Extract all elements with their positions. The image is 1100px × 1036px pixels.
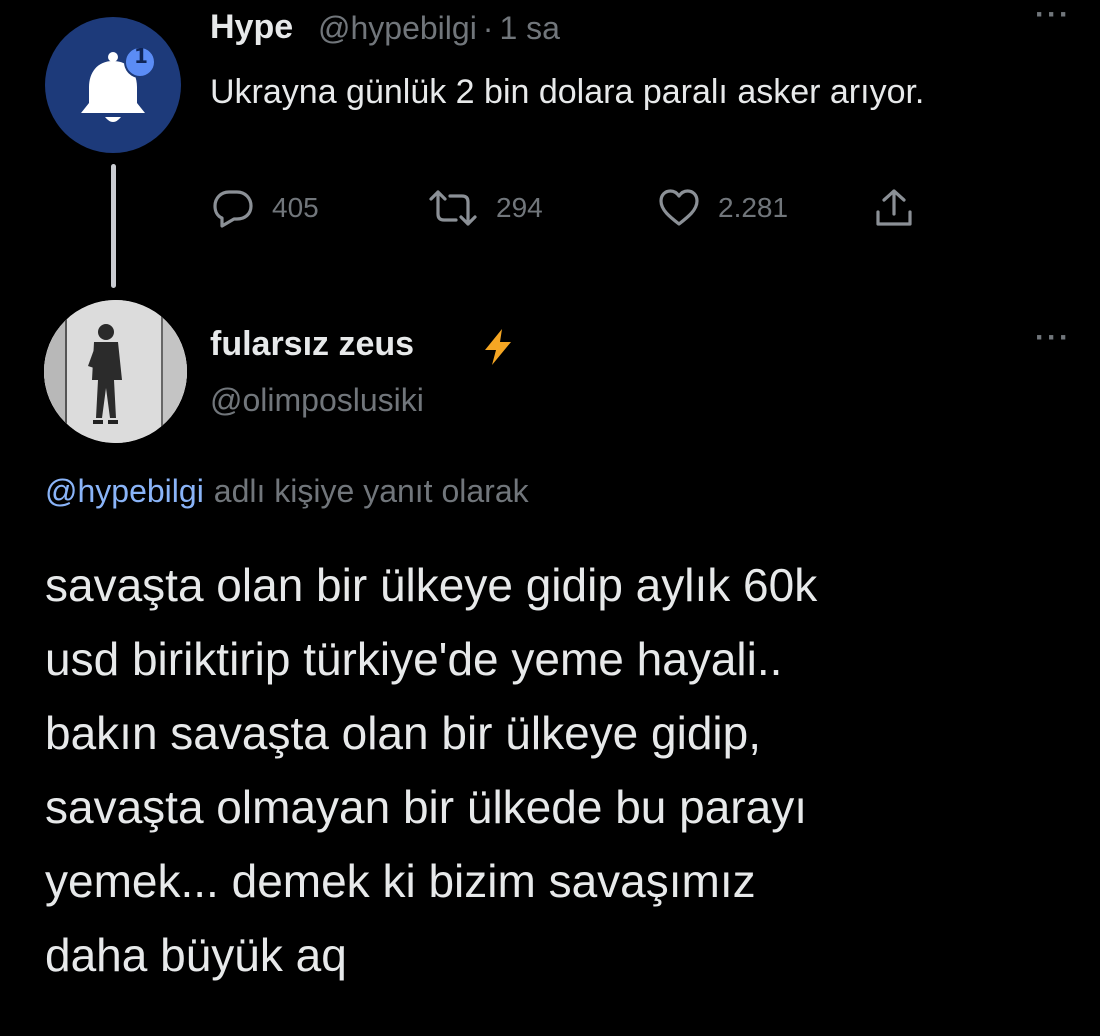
reply-text: savaşta olan bir ülkeye gidip aylık 60k … [45, 548, 1075, 992]
reply-author-name[interactable]: fularsız zeus [210, 325, 414, 364]
tweet-text: Ukrayna günlük 2 bin dolara paralı asker… [210, 73, 925, 111]
notification-badge: 1 [134, 44, 148, 68]
reply-context-text: adlı kişiye yanıt olarak [213, 473, 529, 509]
like-count: 2.281 [718, 192, 789, 223]
reply-text-line: savaşta olan bir ülkeye gidip aylık 60k [45, 559, 818, 611]
reply-more-options-button[interactable]: ··· [1035, 323, 1071, 353]
thread-connector [111, 164, 116, 288]
hype-avatar[interactable] [45, 17, 181, 153]
reply-count: 405 [272, 192, 319, 223]
bell-icon [81, 46, 156, 122]
tweet-time[interactable]: 1 sa [499, 10, 559, 46]
heart-icon [659, 189, 699, 226]
author-handle[interactable]: @hypebilgi [318, 10, 477, 46]
reply-text-line: yemek... demek ki bizim savaşımız [45, 855, 756, 907]
reply-text-line: daha büyük aq [45, 929, 347, 981]
retweet-icon [429, 190, 477, 226]
reply-text-line: bakın savaşta olan bir ülkeye gidip, [45, 707, 761, 759]
meta-separator: · [482, 10, 494, 46]
more-options-button[interactable]: ··· [1035, 0, 1071, 30]
retweet-count: 294 [496, 192, 543, 223]
retweet-button[interactable]: 294 [428, 186, 543, 230]
reply-mention-link[interactable]: @hypebilgi [45, 473, 204, 509]
reply-text-line: savaşta olmayan bir ülkede bu parayı [45, 781, 807, 833]
reply-context: @hypebilgi adlı kişiye yanıt olarak [45, 473, 529, 510]
author-name[interactable]: Hype [210, 8, 293, 47]
reply-icon [213, 190, 253, 228]
share-icon [876, 189, 912, 226]
avatar-photo [44, 300, 187, 443]
reply-text-line: usd biriktirip türkiye'de yeme hayali.. [45, 633, 783, 685]
like-button[interactable]: 2.281 [658, 186, 788, 230]
share-button[interactable] [874, 186, 914, 230]
lightning-bolt-icon [480, 328, 516, 371]
author-meta: @hypebilgi · 1 sa [318, 10, 566, 47]
reply-button[interactable]: 405 [212, 186, 319, 230]
reply-author-avatar[interactable] [44, 300, 187, 443]
reply-author-handle[interactable]: @olimposlusiki [210, 382, 424, 419]
